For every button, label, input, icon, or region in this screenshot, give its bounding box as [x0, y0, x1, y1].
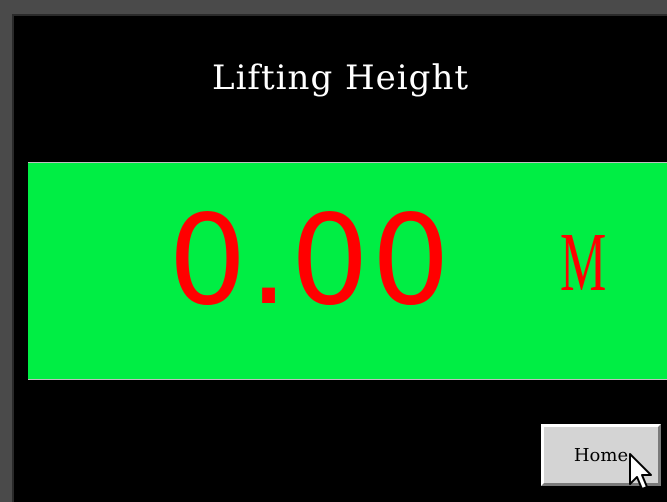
height-value: 0.00 — [168, 189, 453, 333]
page-title: Lifting Height — [211, 58, 469, 98]
height-unit: M — [560, 216, 607, 309]
hmi-screen: Lifting Height 0.00 M Home — [12, 14, 667, 502]
height-display-panel: 0.00 M — [28, 162, 667, 380]
hmi-frame: Lifting Height 0.00 M Home — [0, 0, 667, 502]
mouse-pointer-icon — [629, 453, 652, 490]
